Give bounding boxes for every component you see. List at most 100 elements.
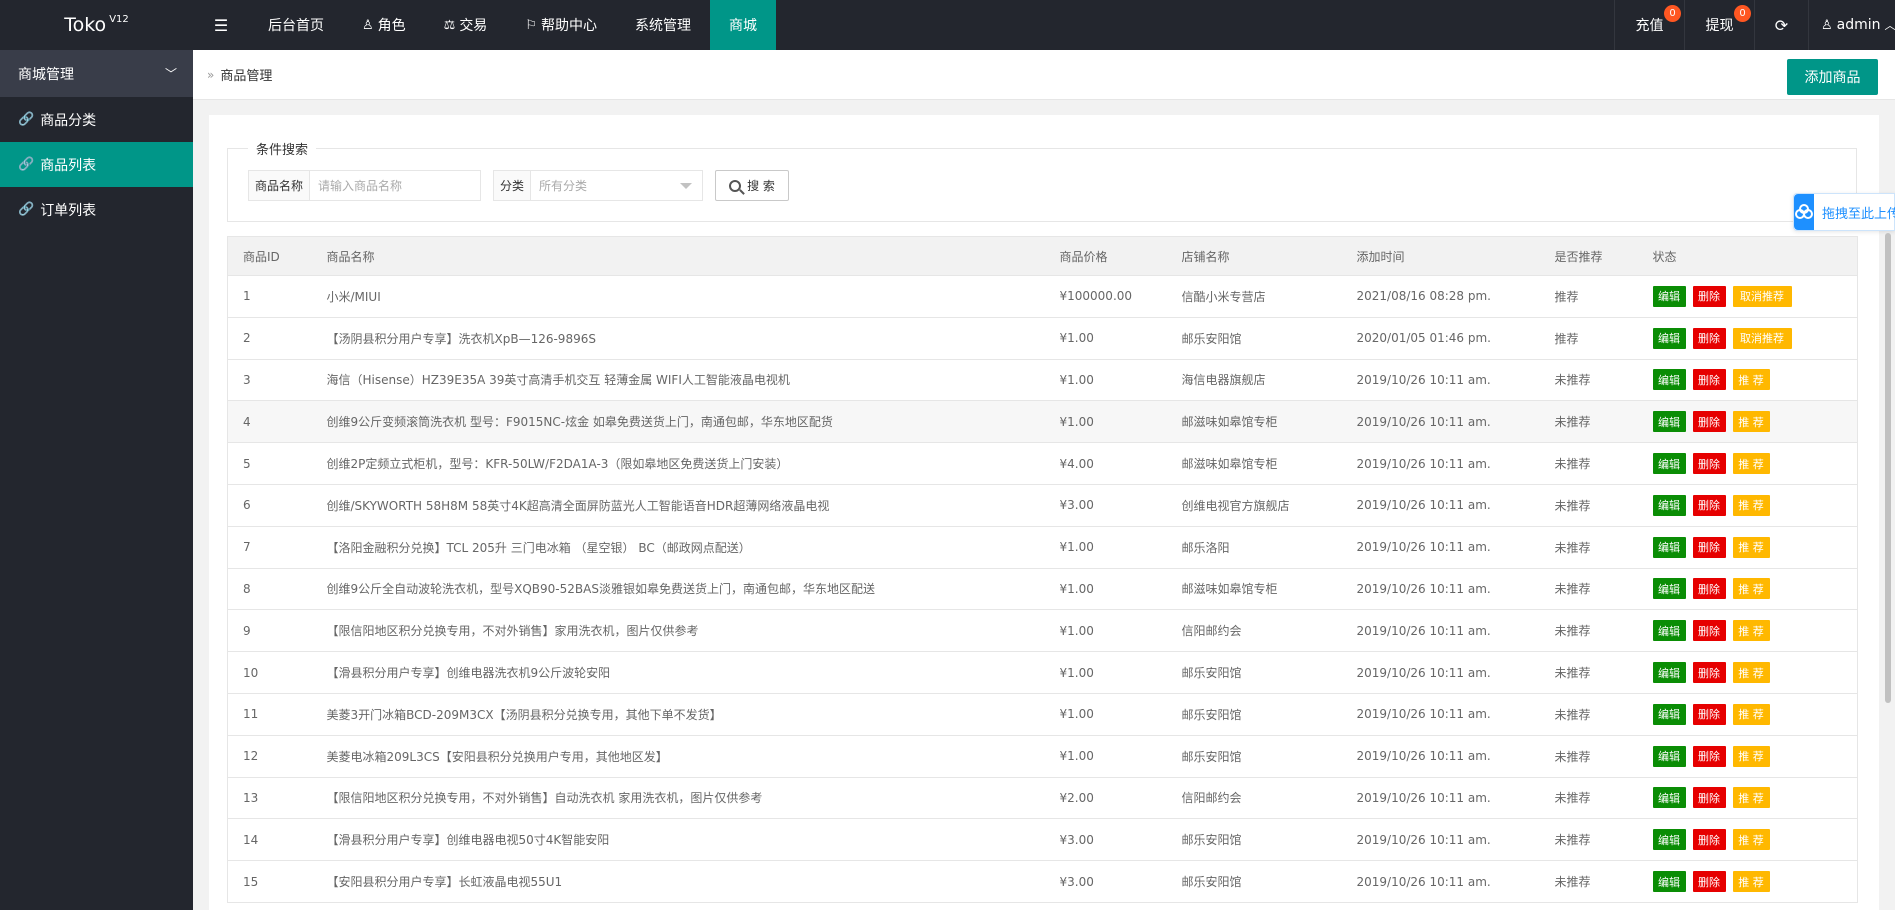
- cell-recommended: 未推荐: [1539, 483, 1638, 527]
- delete-button[interactable]: 删除: [1692, 411, 1726, 433]
- edit-button[interactable]: 编辑: [1652, 703, 1686, 725]
- sidebar-item-categories[interactable]: 🔗 商品分类: [0, 97, 193, 142]
- recommend-button[interactable]: 推 荐: [1732, 662, 1770, 684]
- recommend-button[interactable]: 推 荐: [1732, 829, 1770, 851]
- col-header-price[interactable]: 商品价格: [1044, 236, 1167, 276]
- edit-button[interactable]: 编辑: [1652, 285, 1686, 307]
- sidebar-item-orders[interactable]: 🔗 订单列表: [0, 187, 193, 232]
- edit-button[interactable]: 编辑: [1652, 536, 1686, 558]
- search-button[interactable]: 搜 索: [715, 170, 789, 201]
- recommend-button[interactable]: 推 荐: [1732, 411, 1770, 433]
- edit-button[interactable]: 编辑: [1652, 871, 1686, 893]
- refresh-icon[interactable]: ⟳: [1754, 0, 1808, 50]
- nav-item-trade[interactable]: ⚖ 交易: [425, 0, 507, 50]
- cell-recommended: 未推荐: [1539, 734, 1638, 778]
- recommend-button[interactable]: 推 荐: [1732, 369, 1770, 391]
- nav-right: 充值 0 提现 0 ⟳ ♙ admin ︿: [1614, 0, 1895, 50]
- scrollbar[interactable]: [1885, 233, 1891, 703]
- recommend-button[interactable]: 推 荐: [1732, 578, 1770, 600]
- cell-price: ¥3.00: [1044, 483, 1167, 527]
- sidebar-item-products[interactable]: 🔗 商品列表: [0, 142, 193, 187]
- cell-price: ¥1.00: [1044, 358, 1167, 402]
- nav-item-system[interactable]: 系统管理: [616, 0, 710, 50]
- recommend-button[interactable]: 推 荐: [1732, 494, 1770, 516]
- edit-button[interactable]: 编辑: [1652, 453, 1686, 475]
- caret-down-icon[interactable]: [680, 182, 692, 189]
- delete-button[interactable]: 删除: [1692, 829, 1726, 851]
- menu-toggle-icon[interactable]: ☰: [193, 0, 249, 50]
- cell-shop: 海信电器旗舰店: [1166, 358, 1342, 402]
- cell-id: 9: [227, 609, 312, 653]
- delete-button[interactable]: 删除: [1692, 662, 1726, 684]
- user-menu[interactable]: ♙ admin ︿: [1808, 0, 1895, 50]
- recharge-label: 充值: [1635, 18, 1664, 34]
- category-select[interactable]: 所有分类: [531, 171, 680, 200]
- cell-price: ¥1.00: [1044, 651, 1167, 694]
- delete-button[interactable]: 删除: [1692, 327, 1726, 349]
- nav-item-role[interactable]: ♙ 角色: [343, 0, 425, 50]
- cell-name: 【限信阳地区积分兑换专用，不对外销售】家用洗衣机，图片仅供参考: [311, 609, 1045, 653]
- logo-version: V12: [109, 13, 129, 25]
- cell-time: 2019/10/26 10:11 am.: [1341, 860, 1540, 903]
- recommend-button[interactable]: 推 荐: [1732, 453, 1770, 475]
- edit-button[interactable]: 编辑: [1652, 662, 1686, 684]
- product-name-field: 商品名称 请输入商品名称: [248, 170, 481, 201]
- delete-button[interactable]: 删除: [1692, 871, 1726, 893]
- recommend-button[interactable]: 推 荐: [1732, 871, 1770, 893]
- nav-item-help[interactable]: ⚐ 帮助中心: [506, 0, 616, 50]
- delete-button[interactable]: 删除: [1692, 369, 1726, 391]
- recommend-button[interactable]: 推 荐: [1732, 703, 1770, 725]
- cell-id: 13: [227, 776, 312, 820]
- logo[interactable]: Toko V12: [0, 0, 193, 50]
- edit-button[interactable]: 编辑: [1652, 494, 1686, 516]
- recommend-button[interactable]: 推 荐: [1732, 536, 1770, 558]
- recommend-button[interactable]: 推 荐: [1732, 787, 1770, 809]
- delete-button[interactable]: 删除: [1692, 494, 1726, 516]
- table-row: 6 创维/SKYWORTH 58H8M 58英寸4K超高清全面屏防蓝光人工智能语音…: [227, 483, 1858, 527]
- delete-button[interactable]: 删除: [1692, 787, 1726, 809]
- col-header-name[interactable]: 商品名称: [311, 236, 1045, 276]
- sidebar-item-label: 订单列表: [40, 202, 97, 219]
- delete-button[interactable]: 删除: [1692, 536, 1726, 558]
- delete-button[interactable]: 删除: [1692, 285, 1726, 307]
- nav-item-home[interactable]: 后台首页: [249, 0, 343, 50]
- search-legend: 条件搜索: [248, 139, 317, 158]
- col-header-status[interactable]: 状态: [1637, 236, 1858, 276]
- unrecommend-button[interactable]: 取消推荐: [1732, 327, 1792, 349]
- delete-button[interactable]: 删除: [1692, 578, 1726, 600]
- col-header-time[interactable]: 添加时间: [1341, 236, 1540, 276]
- cell-recommended: 未推荐: [1539, 400, 1638, 444]
- drag-upload-widget[interactable]: 拖拽至此上传: [1793, 193, 1895, 231]
- edit-button[interactable]: 编辑: [1652, 369, 1686, 391]
- add-product-button[interactable]: 添加商品: [1787, 59, 1878, 95]
- table-row: 7 【洛阳金融积分兑换】TCL 205升 三门电冰箱 （星空银） BC（邮政网点配…: [227, 525, 1858, 569]
- recommend-button[interactable]: 推 荐: [1732, 745, 1770, 767]
- edit-button[interactable]: 编辑: [1652, 578, 1686, 600]
- delete-button[interactable]: 删除: [1692, 453, 1726, 475]
- col-header-recommended[interactable]: 是否推荐: [1539, 236, 1638, 276]
- col-header-id[interactable]: 商品ID: [227, 236, 312, 276]
- col-header-shop[interactable]: 店铺名称: [1166, 236, 1342, 276]
- edit-button[interactable]: 编辑: [1652, 411, 1686, 433]
- sidebar-group-mall[interactable]: 商城管理 ﹀: [0, 50, 193, 97]
- unrecommend-button[interactable]: 取消推荐: [1732, 285, 1792, 307]
- edit-button[interactable]: 编辑: [1652, 327, 1686, 349]
- recommend-button[interactable]: 推 荐: [1732, 620, 1770, 642]
- cell-price: ¥1.00: [1044, 567, 1167, 611]
- delete-button[interactable]: 删除: [1692, 620, 1726, 642]
- products-table: 商品ID 商品名称 商品价格 店铺名称 添加时间 是否推荐 状态 1 小米/MIU…: [227, 236, 1858, 903]
- edit-button[interactable]: 编辑: [1652, 745, 1686, 767]
- edit-button[interactable]: 编辑: [1652, 787, 1686, 809]
- recharge-button[interactable]: 充值 0: [1614, 0, 1684, 50]
- cell-actions: 编辑 删除推 荐: [1637, 483, 1858, 527]
- edit-button[interactable]: 编辑: [1652, 829, 1686, 851]
- edit-button[interactable]: 编辑: [1652, 620, 1686, 642]
- product-name-input[interactable]: 请输入商品名称: [310, 171, 480, 200]
- nav-item-mall[interactable]: 商城: [709, 0, 776, 50]
- withdraw-button[interactable]: 提现 0: [1684, 0, 1754, 50]
- delete-button[interactable]: 删除: [1692, 703, 1726, 725]
- delete-button[interactable]: 删除: [1692, 745, 1726, 767]
- cell-id: 6: [227, 483, 312, 527]
- cell-id: 14: [227, 818, 312, 862]
- main-nav: 后台首页 ♙ 角色 ⚖ 交易 ⚐ 帮助中心 系统管理 商城: [249, 0, 776, 50]
